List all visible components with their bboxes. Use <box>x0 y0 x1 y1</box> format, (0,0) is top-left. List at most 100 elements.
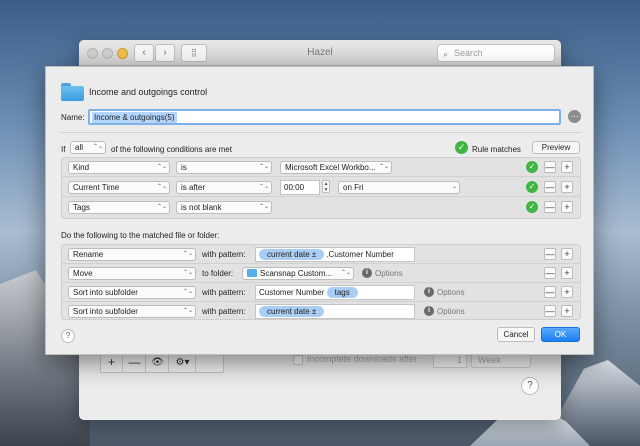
more-icon[interactable]: ⋯ <box>568 110 581 123</box>
pattern-input[interactable]: current date ± <box>255 304 415 319</box>
action-type-select[interactable]: Move ⌃⌄ <box>68 267 196 280</box>
condition-operator-select[interactable]: is after ⌃⌄ <box>176 181 272 194</box>
pattern-token[interactable]: current date ± <box>259 306 325 317</box>
popup-arrows-icon: ⌃⌄ <box>258 164 269 170</box>
conditions-list: Kind ⌃⌄ is ⌃⌄ Microsoft Excel Workbo... … <box>61 157 581 219</box>
condition-attribute-select[interactable]: Kind ⌃⌄ <box>68 161 170 174</box>
gear-icon[interactable]: ⚙▾ <box>170 354 196 372</box>
incomplete-downloads-value[interactable]: 1 <box>433 353 467 368</box>
action-row: Sort into subfolder ⌃⌄ with pattern: cur… <box>62 302 580 321</box>
condition-operator-select[interactable]: is ⌃⌄ <box>176 161 272 174</box>
incomplete-downloads-setting: Incomplete downloads after 1 Week <box>293 353 531 369</box>
remove-condition-button[interactable]: — <box>544 161 556 173</box>
popup-arrows-icon: ⌃⌄ <box>156 184 167 190</box>
condition-attribute-select[interactable]: Tags ⌃⌄ <box>68 201 170 214</box>
divider <box>61 132 581 133</box>
checkmark-icon: ✓ <box>526 181 538 193</box>
remove-action-button[interactable]: — <box>544 248 556 260</box>
action-connector-label: with pattern: <box>202 288 246 297</box>
conditions-label: of the following conditions are met <box>111 145 232 154</box>
action-type-value: Rename <box>73 250 104 259</box>
popup-arrows-icon: ⌃⌄ <box>378 164 389 170</box>
condition-attribute-select[interactable]: Current Time ⌃⌄ <box>68 181 170 194</box>
cancel-button[interactable]: Cancel <box>497 327 535 342</box>
remove-condition-button[interactable]: — <box>544 181 556 193</box>
pattern-token[interactable]: current date ± <box>259 249 325 260</box>
action-row: Move ⌃⌄ to folder: Scansnap Custom... ⌃⌄… <box>62 264 580 283</box>
add-rule-button[interactable]: + <box>101 354 123 372</box>
add-condition-button[interactable]: + <box>561 181 573 193</box>
remove-action-button[interactable]: — <box>544 305 556 317</box>
search-icon: ⌕ <box>443 49 449 59</box>
info-icon[interactable]: i <box>362 268 372 278</box>
add-condition-button[interactable]: + <box>561 161 573 173</box>
name-input[interactable]: Income & outgoings(5) <box>88 109 561 125</box>
pattern-input[interactable]: Customer Number tags <box>255 285 415 300</box>
info-icon[interactable]: i <box>424 306 434 316</box>
popup-arrows-icon: ⌃⌄ <box>92 144 103 150</box>
rule-title: Income and outgoings control <box>89 87 208 97</box>
add-action-button[interactable]: + <box>561 305 573 317</box>
add-condition-button[interactable]: + <box>561 201 573 213</box>
condition-operator-value: is after <box>181 183 206 192</box>
preview-button[interactable]: Preview <box>532 141 580 154</box>
condition-value-select[interactable]: Microsoft Excel Workbo... ⌃⌄ <box>280 161 392 174</box>
popup-arrows-icon: ⌃⌄ <box>340 270 351 276</box>
action-type-select[interactable]: Sort into subfolder ⌃⌄ <box>68 305 196 318</box>
actions-list: Rename ⌃⌄ with pattern: current date ± .C… <box>61 244 581 320</box>
pattern-text: Customer Number <box>259 288 325 297</box>
folder-value: Scansnap Custom... <box>260 269 333 278</box>
hazel-help-button[interactable]: ? <box>521 377 539 395</box>
pattern-token[interactable]: tags <box>326 287 358 298</box>
hazel-titlebar: ‹ › ⣿ Hazel ⌕ Search <box>79 40 561 66</box>
incomplete-downloads-label: Incomplete downloads after <box>307 354 418 364</box>
rules-toolbar: + — 👁 ⚙▾ <box>100 353 224 373</box>
options-link[interactable]: Options <box>375 269 403 278</box>
add-action-button[interactable]: + <box>561 286 573 298</box>
incomplete-downloads-unit-select[interactable]: Week <box>471 353 531 368</box>
condition-row: Tags ⌃⌄ is not blank ⌃⌄ ✓ — + <box>62 198 580 217</box>
add-action-button[interactable]: + <box>561 267 573 279</box>
add-action-button[interactable]: + <box>561 248 573 260</box>
time-stepper[interactable]: ▲ ▼ <box>322 180 330 193</box>
condition-operator-select[interactable]: is not blank ⌃⌄ <box>176 201 272 214</box>
remove-action-button[interactable]: — <box>544 286 556 298</box>
folder-icon <box>247 269 257 277</box>
eye-icon[interactable]: 👁 <box>147 354 169 372</box>
action-connector-label: with pattern: <box>202 250 246 259</box>
info-icon[interactable]: i <box>424 287 434 297</box>
options-link[interactable]: Options <box>437 307 465 316</box>
action-connector-label: to folder: <box>202 269 234 278</box>
ok-button[interactable]: OK <box>541 327 580 342</box>
condition-operator-value: is not blank <box>181 203 222 212</box>
action-type-value: Sort into subfolder <box>73 288 138 297</box>
pattern-input[interactable]: current date ± .Customer Number <box>255 247 415 262</box>
popup-arrows-icon: ⌃⌄ <box>182 251 193 257</box>
name-label: Name: <box>61 113 85 122</box>
remove-rule-button[interactable]: — <box>124 354 146 372</box>
action-type-value: Sort into subfolder <box>73 307 138 316</box>
chevron-down-icon: ⌄ <box>451 184 457 190</box>
remove-action-button[interactable]: — <box>544 267 556 279</box>
search-input[interactable]: ⌕ Search <box>437 44 555 62</box>
folder-select[interactable]: Scansnap Custom... ⌃⌄ <box>242 267 354 280</box>
incomplete-downloads-checkbox[interactable] <box>293 355 303 365</box>
options-link[interactable]: Options <box>437 288 465 297</box>
action-row: Sort into subfolder ⌃⌄ with pattern: Cus… <box>62 283 580 302</box>
checkmark-icon: ✓ <box>455 141 468 154</box>
condition-operator-value: is <box>181 163 187 172</box>
rule-matches-label: Rule matches <box>472 145 521 154</box>
condition-scope-select[interactable]: all ⌃⌄ <box>70 141 106 154</box>
action-type-select[interactable]: Rename ⌃⌄ <box>68 248 196 261</box>
rule-editor-sheet: Income and outgoings control Name: Incom… <box>45 66 594 355</box>
condition-row: Kind ⌃⌄ is ⌃⌄ Microsoft Excel Workbo... … <box>62 158 580 177</box>
checkmark-icon: ✓ <box>526 201 538 213</box>
checkmark-icon: ✓ <box>526 161 538 173</box>
action-type-select[interactable]: Sort into subfolder ⌃⌄ <box>68 286 196 299</box>
remove-condition-button[interactable]: — <box>544 201 556 213</box>
popup-arrows-icon: ⌃⌄ <box>182 308 193 314</box>
weekday-select[interactable]: on Fri ⌄ <box>338 181 460 194</box>
time-input[interactable]: 00:00 <box>280 180 320 195</box>
actions-label: Do the following to the matched file or … <box>61 231 220 240</box>
help-button[interactable]: ? <box>61 329 75 343</box>
